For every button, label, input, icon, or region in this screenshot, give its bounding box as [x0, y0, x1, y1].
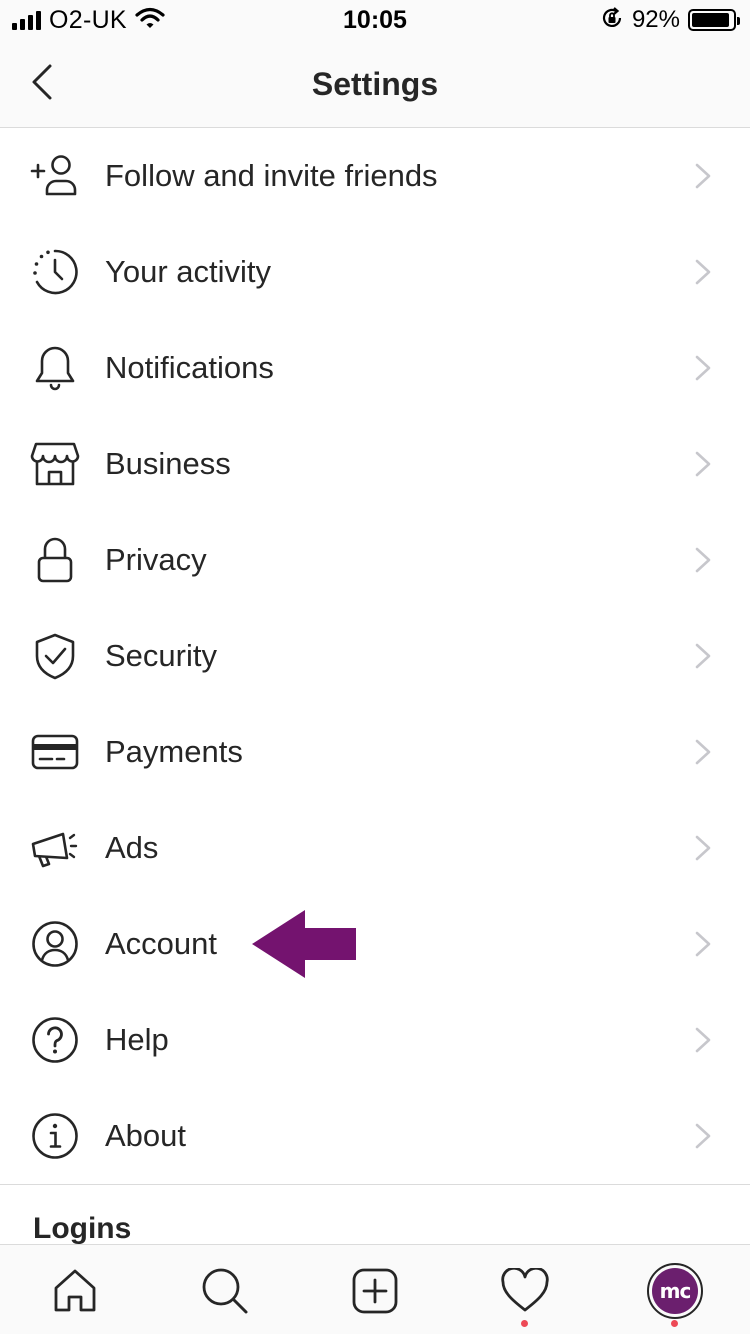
menu-item-follow-and-invite-friends[interactable]: Follow and invite friends [0, 128, 750, 224]
search-icon [202, 1268, 248, 1314]
menu-item-privacy[interactable]: Privacy [0, 512, 750, 608]
menu-item-label: About [105, 1118, 187, 1153]
bell-icon [28, 344, 82, 392]
activity-clock-icon [28, 248, 82, 296]
chevron-right-icon [695, 451, 711, 477]
home-icon [54, 1269, 96, 1312]
menu-item-about[interactable]: About [0, 1088, 750, 1184]
card-icon [28, 728, 82, 776]
menu-item-your-activity[interactable]: Your activity [0, 224, 750, 320]
lock-icon [28, 536, 82, 584]
chevron-right-icon [695, 355, 711, 381]
page-title: Settings [311, 66, 439, 102]
notification-dot [671, 1320, 678, 1327]
chevron-right-icon [695, 835, 711, 861]
menu-item-help[interactable]: Help [0, 992, 750, 1088]
menu-item-label: Privacy [105, 542, 207, 577]
annotation-arrow [252, 910, 356, 978]
shield-check-icon [28, 632, 82, 680]
menu-item-label: Ads [105, 830, 159, 865]
chevron-right-icon [695, 931, 711, 957]
menu-item-label: Notifications [105, 350, 274, 385]
battery-percent: 92% [631, 6, 680, 33]
menu-item-label: Help [105, 1022, 169, 1057]
storefront-icon [28, 440, 82, 488]
status-right: 92% [600, 6, 740, 35]
tab-home[interactable] [47, 1263, 103, 1319]
menu-item-account[interactable]: Account [0, 896, 750, 992]
menu-item-label: Business [105, 446, 231, 481]
chevron-right-icon [695, 163, 711, 189]
settings-menu: Follow and invite friends Your activity … [0, 128, 750, 1184]
menu-item-label: Account [105, 926, 218, 961]
tab-search[interactable] [197, 1263, 253, 1319]
battery-icon [688, 9, 740, 31]
logins-heading: Logins [33, 1212, 132, 1245]
avatar: mc [647, 1263, 703, 1319]
menu-item-label: Payments [105, 734, 243, 769]
rotation-lock-icon [600, 6, 624, 35]
person-circle-icon [28, 920, 82, 968]
chevron-right-icon [695, 1123, 711, 1149]
tab-activity[interactable] [497, 1263, 553, 1327]
chevron-right-icon [695, 739, 711, 765]
status-bar: O2-UK 10:05 92% [0, 0, 750, 40]
tab-new-post[interactable] [347, 1263, 403, 1319]
menu-item-label: Your activity [105, 254, 271, 289]
chevron-right-icon [695, 259, 711, 285]
chevron-right-icon [695, 1027, 711, 1053]
avatar-text: mc [652, 1268, 698, 1314]
tab-profile[interactable]: mc [647, 1263, 703, 1327]
menu-item-payments[interactable]: Payments [0, 704, 750, 800]
menu-item-label: Follow and invite friends [105, 158, 438, 193]
new-post-icon [352, 1268, 398, 1314]
add-person-icon [28, 152, 82, 200]
heart-icon [501, 1268, 549, 1312]
nav-header: Settings [0, 40, 750, 128]
chevron-right-icon [695, 547, 711, 573]
menu-item-label: Security [105, 638, 217, 673]
megaphone-icon [28, 824, 82, 872]
chevron-left-icon [32, 64, 52, 100]
question-circle-icon [28, 1016, 82, 1064]
bottom-tab-bar: mc [0, 1244, 750, 1334]
menu-item-ads[interactable]: Ads [0, 800, 750, 896]
section-divider [0, 1184, 750, 1185]
menu-item-notifications[interactable]: Notifications [0, 320, 750, 416]
menu-item-business[interactable]: Business [0, 416, 750, 512]
notification-dot [521, 1320, 528, 1327]
info-circle-icon [28, 1112, 82, 1160]
chevron-right-icon [695, 643, 711, 669]
back-button[interactable] [20, 60, 64, 104]
menu-item-security[interactable]: Security [0, 608, 750, 704]
